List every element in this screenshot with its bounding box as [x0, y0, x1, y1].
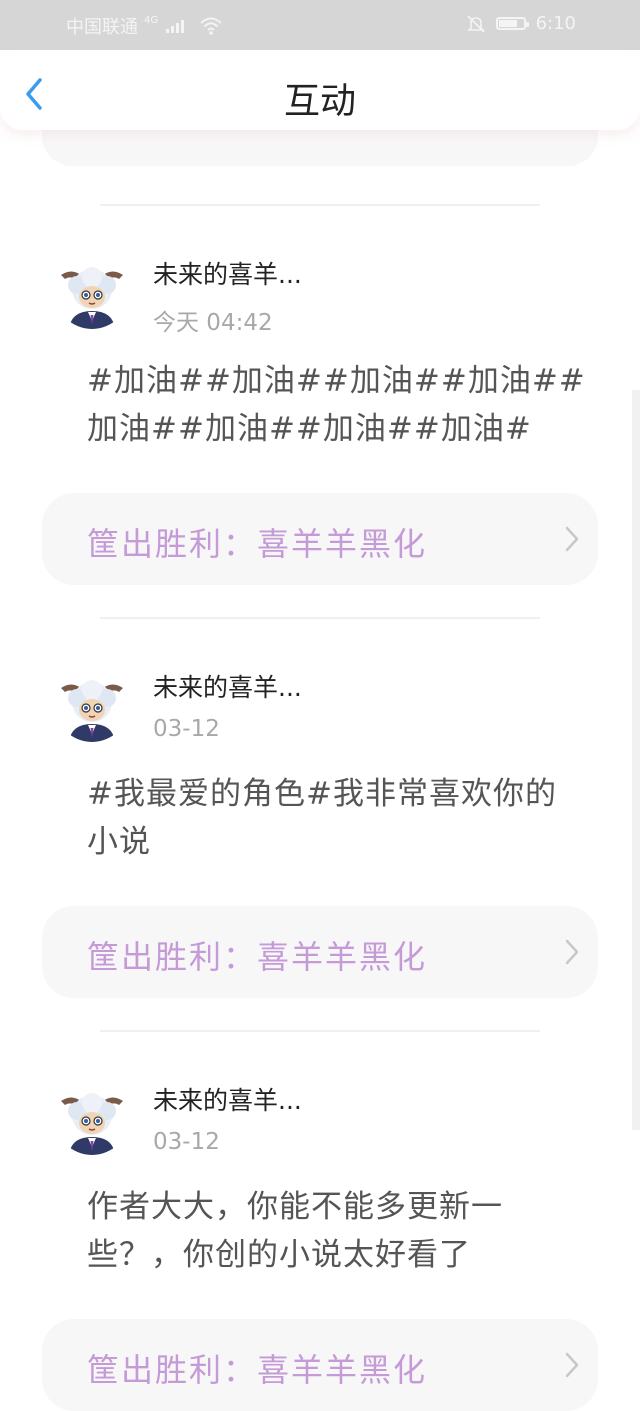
post-content: 作者大大，你能不能多更新一些？，你创的小说太好看了 [87, 1189, 503, 1273]
book-link[interactable]: 筐出胜利：喜羊羊黑化 [42, 906, 598, 998]
scrollbar[interactable] [632, 390, 640, 1130]
post-username[interactable]: 未来的喜羊... [153, 1081, 302, 1117]
book-link[interactable]: 筐出胜利：喜羊羊黑化 [42, 1319, 598, 1411]
page-title: 互动 [283, 81, 356, 122]
mute-icon [466, 14, 485, 33]
divider [100, 1030, 540, 1032]
post-username[interactable]: 未来的喜羊... [153, 255, 302, 291]
status-right: 6:10 [466, 13, 576, 34]
status-left: 中国联通 4G [66, 13, 222, 39]
previous-book-link-edge[interactable] [42, 130, 598, 166]
divider [100, 617, 540, 619]
post-content: #加油##加油##加油##加油##加油##加油##加油##加油# [87, 363, 586, 447]
status-bar: 中国联通 4G 6:10 [0, 0, 640, 50]
post-time: 今天 04:42 [153, 310, 273, 336]
post-time: 03-12 [153, 1129, 220, 1155]
avatar-image [55, 255, 129, 329]
chevron-right-icon [565, 1352, 579, 1378]
clock-label: 6:10 [535, 13, 576, 34]
book-link-label: 筐出胜利：喜羊羊黑化 [87, 938, 428, 976]
book-link-label: 筐出胜利：喜羊羊黑化 [87, 525, 428, 563]
chevron-right-icon [565, 526, 579, 552]
book-link[interactable]: 筐出胜利：喜羊羊黑化 [42, 493, 598, 585]
signal-icon [166, 19, 185, 33]
carrier-label: 中国联通 [66, 17, 138, 38]
avatar-image [55, 668, 129, 742]
post-username[interactable]: 未来的喜羊... [153, 668, 302, 704]
book-link-label: 筐出胜利：喜羊羊黑化 [87, 1351, 428, 1389]
divider [100, 204, 540, 206]
avatar-image [55, 1081, 129, 1155]
post-time: 03-12 [153, 716, 220, 742]
avatar[interactable] [55, 668, 129, 742]
avatar[interactable] [55, 1081, 129, 1155]
wifi-icon [200, 17, 222, 35]
avatar[interactable] [55, 255, 129, 329]
nav-bar: 互动 [0, 50, 640, 130]
chevron-right-icon [565, 939, 579, 965]
network-label: 4G [144, 14, 159, 26]
battery-icon [495, 17, 529, 30]
post-content: #我最爱的角色#我非常喜欢你的小说 [87, 776, 557, 860]
